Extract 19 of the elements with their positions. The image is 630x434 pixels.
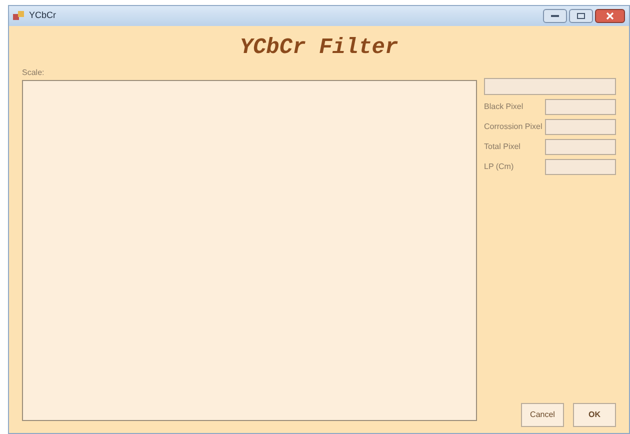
window-title: YCbCr xyxy=(29,9,56,22)
close-button[interactable] xyxy=(595,9,625,23)
value-field[interactable] xyxy=(545,159,616,175)
field-label: Corrossion Pixel xyxy=(484,121,542,133)
form-heading: YCbCr Filter xyxy=(240,34,398,62)
scale-label: Scale: xyxy=(22,68,46,79)
value-field[interactable] xyxy=(545,139,616,155)
close-icon xyxy=(606,12,614,20)
field-label: Black Pixel xyxy=(484,101,524,113)
text-field[interactable] xyxy=(484,78,616,95)
minimize-button[interactable] xyxy=(543,9,567,23)
field-label: Total Pixel xyxy=(484,141,520,153)
maximize-button[interactable] xyxy=(569,9,593,23)
cancel-button[interactable]: Cancel xyxy=(521,403,564,427)
value-field[interactable] xyxy=(545,119,616,135)
app-icon xyxy=(13,10,25,22)
value-field[interactable] xyxy=(545,99,616,115)
ok-button[interactable]: OK xyxy=(573,403,616,427)
field-label: LP (Cm) xyxy=(484,161,514,173)
